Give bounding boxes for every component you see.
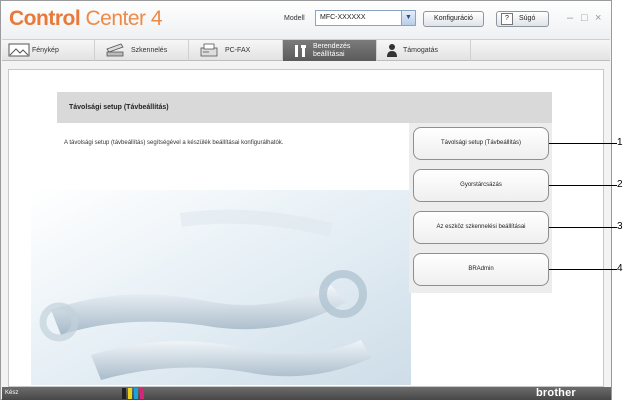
wrench-illustration <box>31 190 411 385</box>
callout-line-3 <box>549 227 617 228</box>
model-select-value: MFC-XXXXXX <box>320 14 366 21</box>
tab-scan[interactable]: Szkennelés <box>95 40 189 61</box>
speed-dial-button[interactable]: Gyorstárcsázás <box>413 169 549 202</box>
maximize-icon[interactable]: □ <box>581 12 588 24</box>
callout-line-1 <box>549 143 617 144</box>
help-button-label: Súgó <box>519 15 536 22</box>
control-center-window: Control Center 4 Modell MFC-XXXXXX ▼ Kon… <box>0 0 612 400</box>
section-title: Távolsági setup (Távbeállítás) <box>69 104 169 111</box>
callout-2: 2 <box>617 179 623 190</box>
ink-magenta <box>140 388 144 399</box>
tab-scan-label: Szkennelés <box>131 47 168 54</box>
help-button[interactable]: ? Súgó <box>496 11 549 27</box>
callout-4: 4 <box>617 263 623 274</box>
app-title-control: Control <box>9 7 81 30</box>
section-header: Távolsági setup (Távbeállítás) <box>57 92 552 123</box>
app-title: Control Center 4 <box>9 7 163 31</box>
bradmin-button[interactable]: BRAdmin <box>413 253 549 286</box>
callout-3: 3 <box>617 221 623 232</box>
callout-line-2 <box>549 185 617 186</box>
tab-bar: Fénykép Szkennelés PC-FAX Berendezés beá… <box>2 39 610 61</box>
tab-device-settings-line2: beállításai <box>313 51 345 58</box>
tab-pc-fax[interactable]: PC-FAX <box>189 40 283 61</box>
tab-support-label: Támogatás <box>403 47 439 54</box>
minimize-icon[interactable]: – <box>567 12 573 24</box>
callout-1: 1 <box>617 137 623 148</box>
section-description: A távolsági setup (távbeállítás) segítsé… <box>64 140 284 146</box>
chevron-down-icon[interactable]: ▼ <box>401 11 415 25</box>
photo-icon <box>8 43 30 57</box>
tab-device-settings[interactable]: Berendezés beállításai <box>283 40 377 61</box>
tab-pc-fax-label: PC-FAX <box>225 47 251 54</box>
remote-setup-button[interactable]: Távolsági setup (Távbeállítás) <box>413 127 549 160</box>
support-person-icon <box>387 44 397 57</box>
scanner-icon <box>106 43 124 57</box>
model-label: Modell <box>284 15 305 22</box>
scan-settings-button[interactable]: Az eszköz szkennelési beállításai <box>413 211 549 244</box>
tab-device-settings-line1: Berendezés <box>313 43 351 50</box>
question-icon: ? <box>501 13 513 25</box>
configuration-button[interactable]: Konfiguráció <box>423 11 484 27</box>
title-bar: Control Center 4 Modell MFC-XXXXXX ▼ Kon… <box>1 1 611 39</box>
close-icon[interactable]: × <box>595 12 601 24</box>
callout-line-4 <box>549 269 617 270</box>
main-content: Távolsági setup (Távbeállítás) A távolsá… <box>8 69 604 387</box>
ink-yellow <box>128 388 132 399</box>
status-text: Kész <box>5 390 19 396</box>
tools-icon <box>295 45 306 57</box>
fax-icon <box>200 43 218 57</box>
ink-black <box>122 388 126 399</box>
status-bar: Kész brother <box>2 387 611 400</box>
tab-device-settings-label: Berendezés beállításai <box>313 43 350 59</box>
tab-photo-label: Fénykép <box>32 47 59 54</box>
tab-photo[interactable]: Fénykép <box>2 40 95 61</box>
model-select[interactable]: MFC-XXXXXX ▼ <box>315 10 416 26</box>
app-title-center: Center 4 <box>85 7 163 30</box>
brother-logo: brother <box>536 387 576 399</box>
ink-cyan <box>134 388 138 399</box>
tab-support[interactable]: Támogatás <box>377 40 471 61</box>
